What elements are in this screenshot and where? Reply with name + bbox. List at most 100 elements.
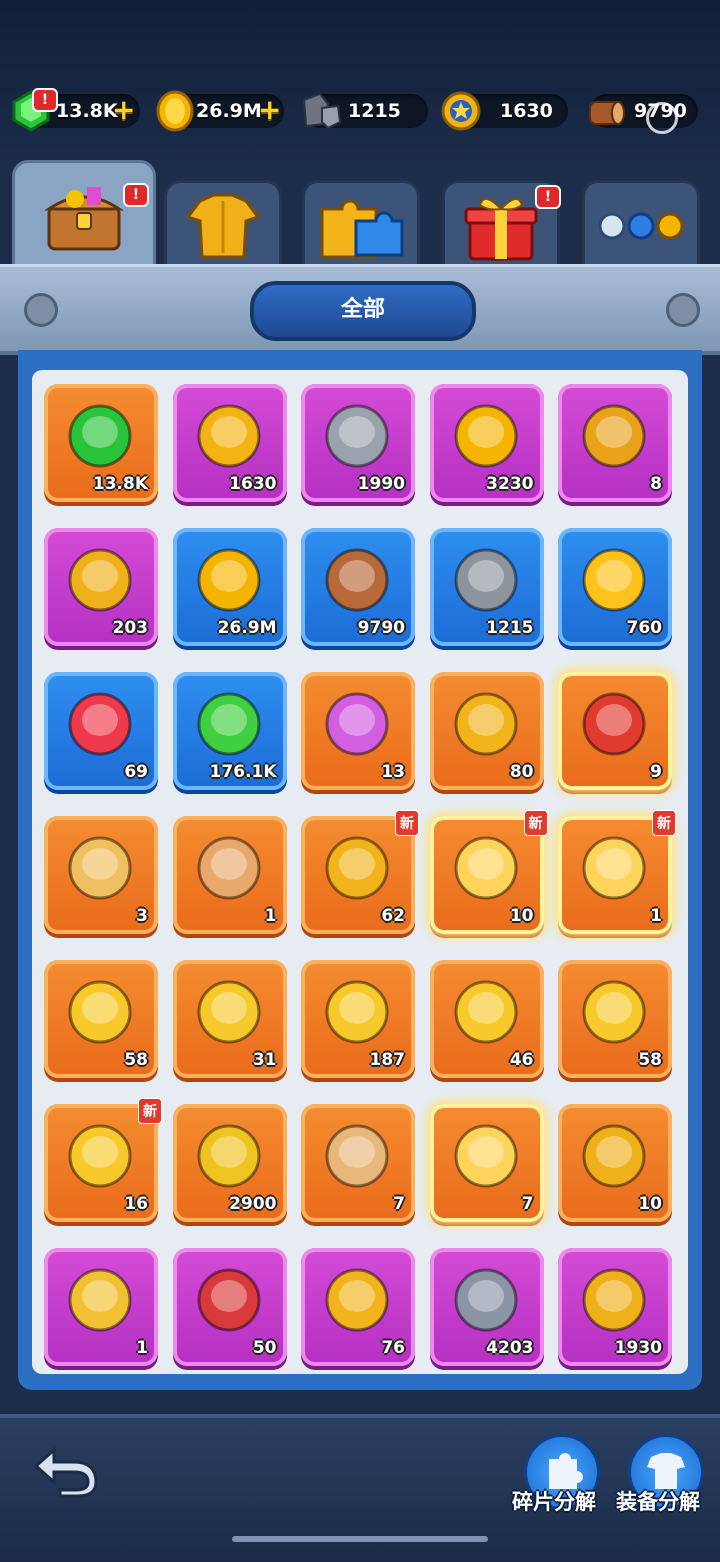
item-count: 80	[509, 762, 534, 782]
tab-gift[interactable]: !	[442, 180, 561, 269]
item-slot[interactable]: 10 新	[429, 810, 548, 934]
iron-ore-icon	[302, 92, 342, 130]
item-slot[interactable]: 31	[172, 960, 287, 1078]
wood-log-icon	[589, 101, 625, 125]
red-scroll-icon	[582, 692, 646, 756]
item-slot[interactable]: 13.8K	[44, 384, 158, 502]
puzzle-icon	[320, 199, 404, 259]
item-count: 62	[381, 906, 405, 926]
wood-log-icon	[325, 548, 389, 612]
item-slot[interactable]: 58	[558, 960, 672, 1078]
item-slot[interactable]: 1930	[558, 1248, 672, 1366]
item-slot[interactable]: 1	[44, 1248, 158, 1366]
crystal-shield-icon	[325, 980, 389, 1044]
item-slot[interactable]: 1	[172, 816, 287, 934]
winged-heart-icon	[68, 692, 132, 756]
item-slot[interactable]: 760	[558, 528, 672, 646]
item-slot[interactable]: 4203	[429, 1248, 544, 1366]
item-count: 69	[124, 762, 148, 782]
item-slot[interactable]: 3230	[429, 384, 544, 502]
item-slot[interactable]: 7	[429, 1104, 544, 1222]
item-slot[interactable]: 8	[558, 384, 672, 502]
item-slot[interactable]: 26.9M	[172, 528, 287, 646]
item-slot[interactable]: 176.1K	[172, 672, 287, 790]
item-slot[interactable]: 62 新	[301, 810, 419, 934]
gears-icon	[325, 404, 389, 468]
add-gold-button[interactable]: +	[258, 95, 281, 125]
item-slot[interactable]: 80	[429, 672, 544, 790]
item-slot[interactable]: 10	[558, 1104, 672, 1222]
item-count: 1	[264, 906, 277, 926]
item-count: 9790	[357, 618, 405, 638]
back-arrow-icon[interactable]	[30, 1440, 100, 1500]
tab-armor[interactable]	[164, 180, 282, 269]
item-count: 8	[650, 474, 662, 494]
puzzle-piece-icon	[325, 836, 389, 900]
item-slot[interactable]: 2900	[172, 1104, 287, 1222]
magnifier-ticket-icon	[454, 692, 517, 756]
item-count: 1215	[486, 618, 534, 638]
filter-all-button[interactable]: 全部	[250, 281, 476, 341]
item-slot[interactable]: 9790	[301, 528, 415, 646]
item-count: 187	[369, 1050, 406, 1070]
item-slot[interactable]: 69	[44, 672, 158, 790]
item-count: 46	[509, 1050, 534, 1070]
add-gem-button[interactable]: +	[112, 95, 135, 125]
tab-puzzle[interactable]	[302, 180, 420, 269]
item-slot[interactable]: 187	[301, 960, 415, 1078]
crystal-book-icon	[454, 980, 517, 1044]
crystal-bow-icon	[197, 980, 260, 1044]
fragment-decompose-label[interactable]: 碎片分解	[512, 1486, 596, 1516]
new-badge: 新	[138, 1098, 162, 1124]
item-count: 26.9M	[217, 618, 277, 638]
bolt-left	[24, 293, 58, 327]
item-slot[interactable]: 13	[301, 672, 415, 790]
crystal-pile-icon	[68, 1124, 132, 1188]
item-slot[interactable]: 203	[44, 528, 158, 646]
item-slot[interactable]: 50	[172, 1248, 287, 1366]
s-scroll-icon	[197, 1268, 260, 1332]
top-bar	[0, 0, 720, 160]
item-count: 1990	[357, 474, 405, 494]
item-slot[interactable]: 1990	[301, 384, 415, 502]
purple-scroll-icon	[325, 692, 389, 756]
item-count: 13	[381, 762, 405, 782]
item-slot[interactable]: 7	[301, 1104, 415, 1222]
handshake-token-icon	[582, 404, 646, 468]
rune-card-icon	[68, 1268, 132, 1332]
item-count: 10	[638, 1194, 662, 1214]
tab-treasure-chest[interactable]: !	[12, 160, 156, 271]
item-count: 4203	[486, 1338, 534, 1358]
item-count: 13.8K	[92, 474, 148, 494]
rune-stone-icon	[454, 1268, 517, 1332]
crown-scroll-icon	[454, 1124, 517, 1188]
item-slot[interactable]: 46	[429, 960, 544, 1078]
item-slot[interactable]: 1630	[172, 384, 287, 502]
star-coin-icon	[454, 404, 517, 468]
star-medal-icon	[441, 91, 481, 131]
equipment-decompose-label[interactable]: 装备分解	[616, 1486, 700, 1516]
item-count: 16	[124, 1194, 148, 1214]
item-count: 1	[136, 1338, 148, 1358]
tab-orbs[interactable]	[582, 180, 700, 269]
item-count: 58	[124, 1050, 148, 1070]
gold-coin-icon	[156, 90, 194, 132]
green-coin-icon	[197, 1124, 260, 1188]
hammer-icon	[582, 1124, 646, 1188]
item-count: 7	[393, 1194, 405, 1214]
parchment-icon	[197, 836, 260, 900]
gift-box-icon	[464, 198, 538, 261]
item-slot[interactable]: 1215	[429, 528, 544, 646]
item-slot[interactable]: 9	[558, 672, 672, 790]
iron-value: 1215	[348, 100, 401, 122]
item-slot[interactable]: 76	[301, 1248, 415, 1366]
item-slot[interactable]: 16 新	[44, 1098, 162, 1222]
guild-banner-icon	[582, 1268, 646, 1332]
iron-ore-icon	[454, 548, 517, 612]
item-slot[interactable]: 1新	[558, 810, 676, 934]
crystal-flower-icon	[68, 980, 132, 1044]
winged-medal-icon	[68, 548, 132, 612]
item-slot[interactable]: 3	[44, 816, 158, 934]
item-slot[interactable]: 58	[44, 960, 158, 1078]
golden-puzzle-icon	[454, 836, 517, 900]
